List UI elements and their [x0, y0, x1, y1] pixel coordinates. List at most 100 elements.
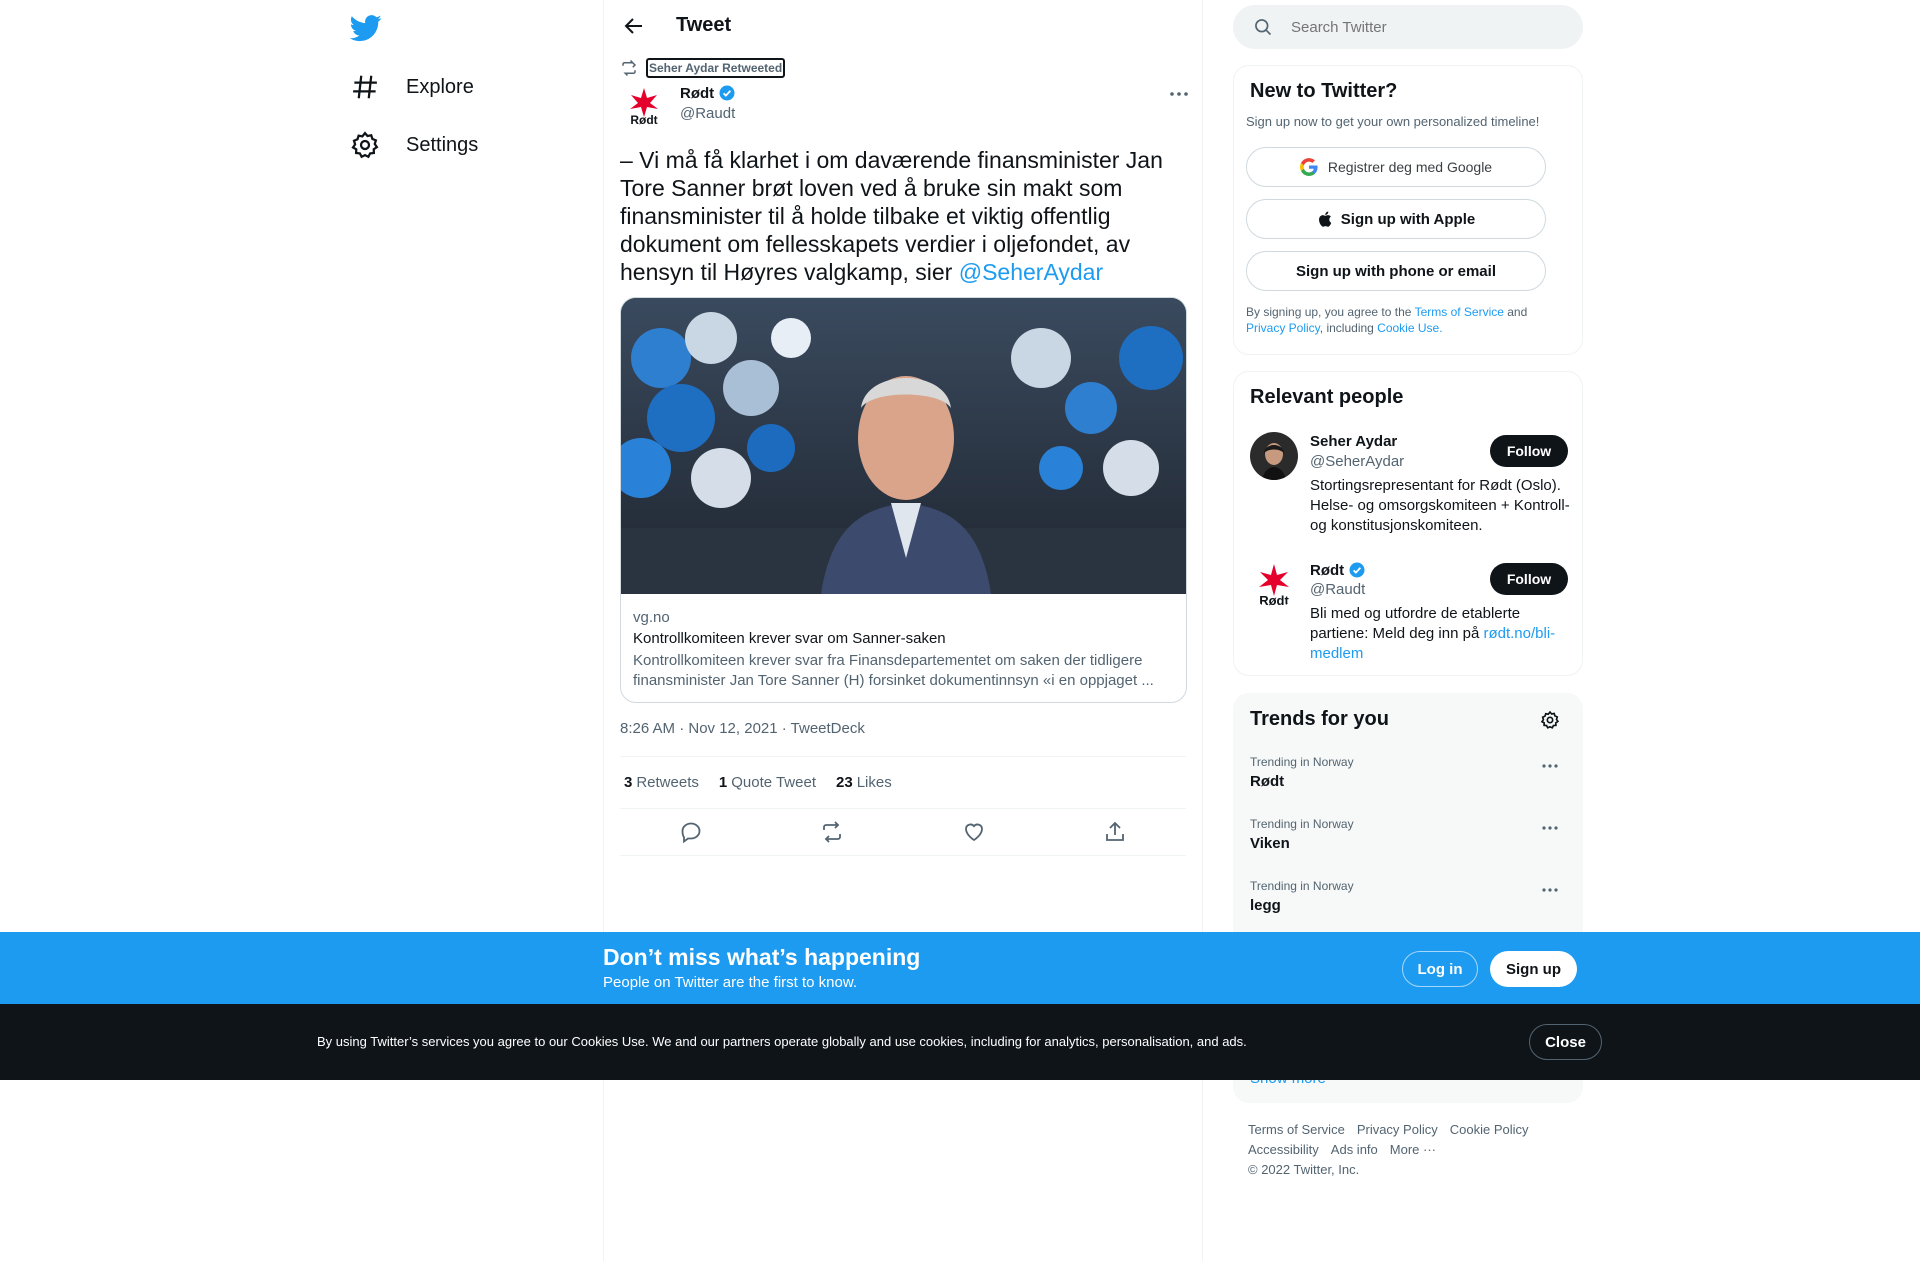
- stat-label: Quote Tweet: [731, 774, 816, 791]
- trend-context: Trending in Norway: [1250, 755, 1354, 769]
- cookie-banner: By using Twitter’s services you agree to…: [0, 1004, 1920, 1080]
- footer-links: Terms of Service Privacy Policy Cookie Pol…: [1248, 1120, 1568, 1180]
- trend-name[interactable]: legg: [1250, 897, 1281, 914]
- gear-icon[interactable]: [1540, 710, 1560, 730]
- like-heart-icon[interactable]: [962, 820, 986, 844]
- google-signup-button[interactable]: Registrer deg med Google: [1246, 147, 1546, 187]
- retweet-context: Seher Aydar Retweeted: [620, 58, 786, 78]
- banner-subtitle: People on Twitter are the first to know.: [603, 974, 858, 991]
- stat-label: Retweets: [636, 774, 699, 791]
- google-icon: [1299, 158, 1318, 176]
- footer-link[interactable]: Privacy Policy: [1357, 1122, 1438, 1137]
- nav-item-explore[interactable]: Explore: [350, 61, 474, 113]
- more-options-icon[interactable]: [1167, 84, 1191, 104]
- signup-banner: Don’t miss what’s happening People on Tw…: [0, 932, 1920, 1004]
- footer-link[interactable]: Terms of Service: [1248, 1122, 1345, 1137]
- person-handle[interactable]: @Raudt: [1310, 581, 1365, 598]
- signup-subtitle: Sign up now to get your own personalized…: [1246, 114, 1540, 129]
- avatar[interactable]: [1250, 432, 1298, 480]
- person-handle[interactable]: @SeherAydar: [1310, 453, 1404, 470]
- author-avatar[interactable]: Rødt: [624, 86, 664, 126]
- footer-link[interactable]: Cookie Policy: [1450, 1122, 1529, 1137]
- legal-and: and: [1503, 305, 1528, 319]
- retweet-icon[interactable]: [820, 820, 844, 844]
- apple-icon: [1317, 210, 1335, 228]
- more-options-icon[interactable]: [1540, 756, 1560, 776]
- person-name[interactable]: Seher Aydar: [1310, 433, 1397, 450]
- page-title: Tweet: [676, 14, 732, 36]
- search-box[interactable]: [1233, 5, 1583, 49]
- retweets-stat[interactable]: 3 Retweets: [624, 774, 699, 791]
- tweet-actions: [620, 809, 1186, 856]
- cookie-text: By using Twitter’s services you agree to…: [317, 1034, 1247, 1049]
- quote-tweets-stat[interactable]: 1 Quote Tweet: [719, 774, 816, 791]
- legal-prefix: By signing up, you agree to the: [1246, 305, 1415, 319]
- more-options-icon[interactable]: [1540, 880, 1560, 900]
- login-button[interactable]: Log in: [1402, 951, 1478, 987]
- card-domain: vg.no: [633, 609, 670, 626]
- phone-signup-label: Sign up with phone or email: [1295, 262, 1496, 280]
- tweet-timestamp[interactable]: 8:26 AM · Nov 12, 2021 · TweetDeck: [620, 720, 865, 737]
- twitter-logo-icon[interactable]: [350, 12, 382, 44]
- google-signup-label: Registrer deg med Google: [1327, 159, 1493, 175]
- avatar[interactable]: Rødt: [1250, 560, 1298, 608]
- relevant-people-panel: Relevant people Seher Aydar @SeherAydar …: [1233, 371, 1583, 676]
- card-title: Kontrollkomiteen krever svar om Sanner-s…: [633, 630, 946, 647]
- verified-badge-icon: [718, 84, 736, 102]
- footer-link[interactable]: More ···: [1390, 1142, 1436, 1157]
- privacy-link[interactable]: Privacy Policy: [1246, 321, 1320, 335]
- reply-icon[interactable]: [679, 820, 703, 844]
- footer-link[interactable]: Accessibility: [1248, 1142, 1319, 1157]
- verified-badge-icon: [1348, 561, 1366, 579]
- person-name-text: Seher Aydar: [1310, 433, 1398, 450]
- relevant-people-title: Relevant people: [1250, 386, 1404, 408]
- follow-button[interactable]: Follow: [1490, 563, 1568, 595]
- trends-title: Trends for you: [1250, 708, 1389, 730]
- stat-label: Likes: [856, 774, 892, 791]
- tweet-text: – Vi må få klarhet i om daværende finans…: [620, 146, 1180, 286]
- close-button[interactable]: Close: [1529, 1024, 1602, 1060]
- stat-count: 23: [836, 774, 853, 791]
- cookie-use-link[interactable]: Cookie Use.: [1377, 321, 1442, 335]
- apple-signup-button[interactable]: Sign up with Apple: [1246, 199, 1546, 239]
- author-handle[interactable]: @Raudt: [680, 105, 735, 122]
- trend-name[interactable]: Rødt: [1250, 773, 1284, 790]
- copyright: © 2022 Twitter, Inc.: [1248, 1162, 1360, 1177]
- author-name-text: Rødt: [680, 84, 715, 102]
- author-name[interactable]: Rødt: [680, 84, 736, 102]
- tweet-stats: 3 Retweets 1 Quote Tweet 23 Likes: [620, 756, 1186, 809]
- link-card[interactable]: vg.no Kontrollkomiteen krever svar om Sa…: [620, 297, 1187, 703]
- legal-including: , including: [1319, 321, 1378, 335]
- hashtag-icon: [350, 72, 380, 102]
- likes-stat[interactable]: 23 Likes: [836, 774, 892, 791]
- signup-title: New to Twitter?: [1250, 80, 1398, 102]
- card-description: Kontrollkomiteen krever svar fra Finansd…: [633, 652, 1154, 689]
- svg-text:Rødt: Rødt: [630, 113, 657, 126]
- person-bio: Stortingsrepresentant for Rødt (Oslo). H…: [1310, 477, 1570, 534]
- more-options-icon[interactable]: [1540, 818, 1560, 838]
- trend-context: Trending in Norway: [1250, 879, 1354, 893]
- nav-item-settings[interactable]: Settings: [350, 119, 478, 171]
- retweeted-by-link[interactable]: Seher Aydar Retweeted: [646, 58, 786, 78]
- follow-button[interactable]: Follow: [1490, 435, 1568, 467]
- card-image: [621, 298, 1186, 594]
- signup-button[interactable]: Sign up: [1490, 951, 1577, 987]
- mention-link[interactable]: @SeherAydar: [959, 259, 1103, 285]
- phone-email-signup-button[interactable]: Sign up with phone or email: [1246, 251, 1546, 291]
- stat-count: 1: [718, 774, 728, 791]
- gear-icon: [350, 130, 380, 160]
- banner-title: Don’t miss what’s happening: [603, 944, 921, 970]
- search-input[interactable]: [1291, 18, 1551, 36]
- person-name-text: Rødt: [1310, 561, 1345, 579]
- retweet-icon: [620, 59, 638, 77]
- share-icon[interactable]: [1103, 820, 1127, 844]
- terms-link[interactable]: Terms of Service: [1415, 305, 1504, 319]
- trend-name[interactable]: Viken: [1250, 835, 1290, 852]
- person-bio: Bli med og utfordre de etablerte partien…: [1310, 604, 1570, 664]
- nav-item-label: Settings: [406, 133, 479, 156]
- footer-link[interactable]: Ads info: [1331, 1142, 1378, 1157]
- search-icon: [1253, 17, 1273, 37]
- trend-context: Trending in Norway: [1250, 817, 1354, 831]
- person-name[interactable]: Rødt: [1310, 561, 1366, 579]
- back-arrow-icon[interactable]: [622, 14, 646, 38]
